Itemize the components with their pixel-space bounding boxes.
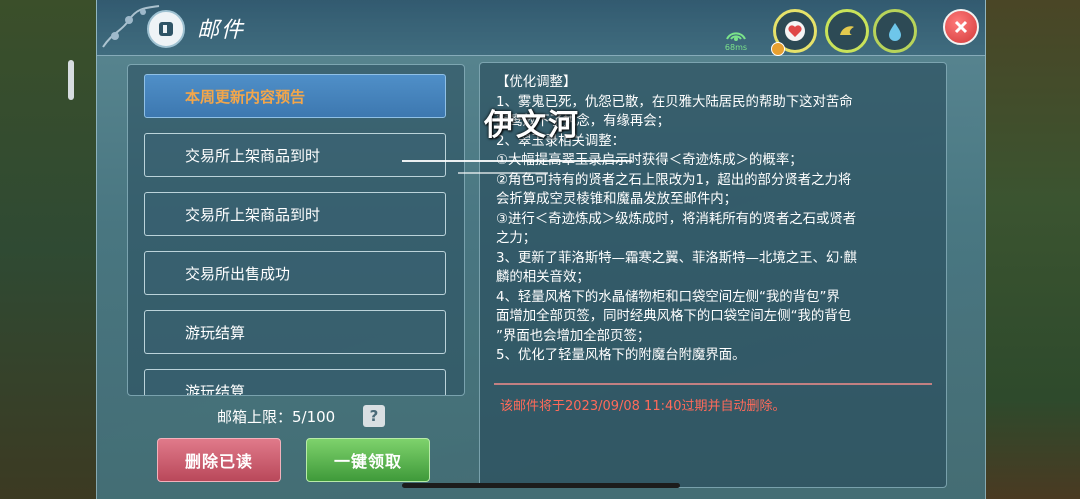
mail-line: ③进行＜奇迹炼成＞级炼成时，将消耗所有的贤者之石或贤者	[496, 211, 857, 227]
mail-item[interactable]: 游玩结算	[144, 369, 446, 396]
delete-read-button[interactable]: 删除已读	[157, 438, 281, 482]
edge-handle[interactable]	[68, 60, 74, 100]
mail-item[interactable]: 游玩结算	[144, 310, 446, 354]
stamina-gauge	[825, 9, 869, 53]
claim-all-button[interactable]: 一键领取	[306, 438, 430, 482]
overlay-line	[402, 160, 632, 162]
mail-item-label: 本周更新内容预告	[185, 87, 306, 106]
mail-item-selected[interactable]: 本周更新内容预告	[144, 74, 446, 118]
mail-item-label: 交易所上架商品到时	[185, 205, 321, 224]
mail-line: 面增加全部页签，同时经典风格下的口袋空间左侧“我的背包	[496, 309, 852, 324]
mail-line: 麟的相关音效；	[496, 270, 590, 285]
background-scene-right	[980, 0, 1080, 499]
ping-label: 68ms	[724, 43, 748, 52]
water-gauge	[873, 9, 917, 53]
mailbox-limit: 邮箱上限：5/100	[217, 408, 336, 426]
mail-icon	[147, 10, 185, 48]
mail-line: ”界面也会增加全部页签；	[496, 328, 651, 344]
mail-item-label: 游玩结算	[185, 323, 246, 342]
page-title: 邮件	[197, 18, 246, 43]
mail-item[interactable]: 交易所出售成功	[144, 251, 446, 295]
mail-line: ②角色可持有的贤者之石上限改为1，超出的部分贤者之力将	[496, 172, 852, 188]
mail-line: 【优化调整】	[496, 75, 577, 90]
mail-item-label: 交易所出售成功	[185, 264, 291, 283]
network-ping: 68ms	[721, 26, 751, 52]
mail-line: 4、轻量风格下的水晶储物柜和口袋空间左侧“我的背包”界	[496, 289, 840, 305]
content-divider	[494, 383, 932, 385]
mail-item-label: 交易所上架商品到时	[185, 146, 321, 165]
home-indicator[interactable]	[402, 483, 680, 488]
close-icon	[954, 20, 968, 34]
mail-list[interactable]: 本周更新内容预告 交易所上架商品到时 交易所上架商品到时 交易所出售成功 游玩结…	[127, 64, 465, 396]
heart-icon	[785, 21, 805, 41]
background-scene-left	[0, 0, 100, 499]
floating-player-name: 伊文河	[484, 108, 580, 143]
status-badge	[771, 42, 785, 56]
mail-panel: 邮件 68ms 本周更新内容预告 交易所上架商品到时 交易所上架商品到时 交易所…	[96, 0, 986, 499]
overlay-line	[458, 172, 548, 174]
title-bar: 邮件 68ms	[97, 0, 985, 56]
close-button[interactable]	[943, 9, 979, 45]
stamina-icon	[840, 26, 854, 35]
wifi-signal-icon	[726, 32, 746, 41]
mail-item-label: 游玩结算	[185, 382, 246, 396]
mail-line: 5、优化了轻量风格下的附魔台附魔界面。	[496, 348, 746, 363]
mail-item[interactable]: 交易所上架商品到时	[144, 192, 446, 236]
mail-item[interactable]: 交易所上架商品到时	[144, 133, 446, 177]
help-button[interactable]: ?	[363, 405, 385, 427]
mail-line: 3、更新了菲洛斯特—霜寒之翼、菲洛斯特—北境之王、幻·麒	[496, 250, 857, 266]
expiry-notice: 该邮件将于2023/09/08 11:40过期并自动删除。	[500, 399, 786, 414]
mail-line: 会折算成空灵棱锥和魔晶发放至邮件内；	[496, 192, 738, 207]
mail-line: 之力；	[496, 231, 537, 246]
water-drop-icon	[889, 23, 901, 41]
